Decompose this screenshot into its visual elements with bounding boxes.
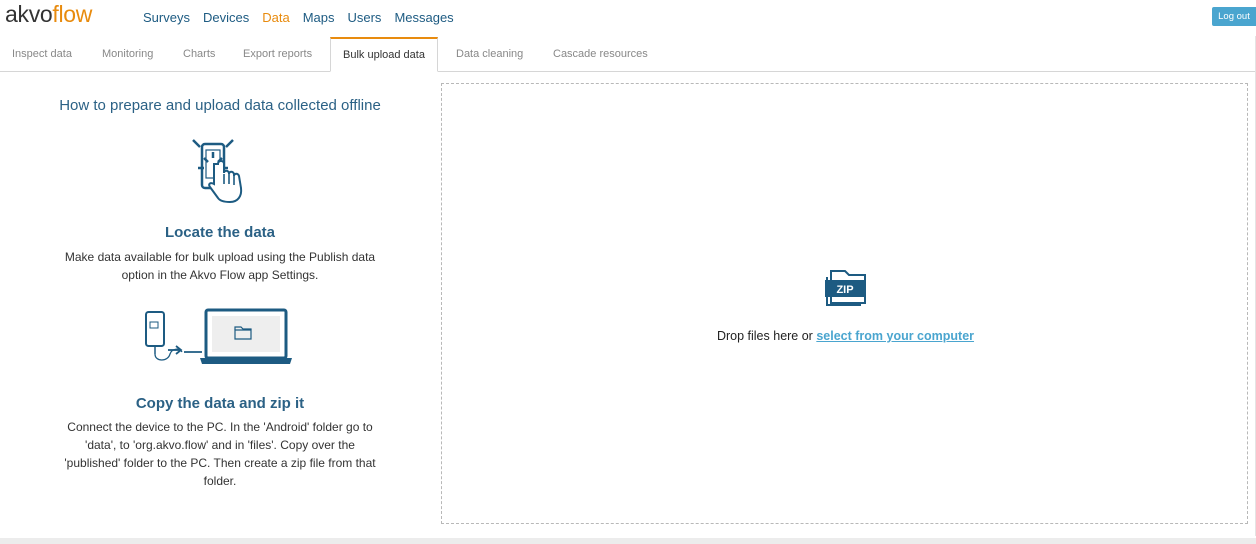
nav-surveys[interactable]: Surveys (143, 10, 190, 25)
phone-to-laptop-icon (145, 308, 292, 364)
instructions-title: How to prepare and upload data collected… (59, 97, 381, 114)
step1-title: Locate the data (164, 224, 276, 241)
tab-inspect-data[interactable]: Inspect data (12, 37, 72, 71)
sub-tabs: Inspect data Monitoring Charts Export re… (0, 37, 1256, 72)
nav-devices[interactable]: Devices (203, 10, 249, 25)
top-header: akvoflow Surveys Devices Data Maps Users… (0, 0, 1256, 36)
bottom-bar (0, 538, 1256, 544)
phone-tap-icon (192, 139, 243, 204)
tab-data-cleaning[interactable]: Data cleaning (456, 37, 523, 71)
nav-data[interactable]: Data (262, 10, 289, 25)
nav-messages[interactable]: Messages (394, 10, 453, 25)
step2-title: Copy the data and zip it (135, 395, 305, 412)
svg-text:ZIP: ZIP (836, 284, 853, 296)
file-drop-zone[interactable]: ZIP Drop files here or select from your … (441, 83, 1248, 524)
tab-cascade-resources[interactable]: Cascade resources (553, 37, 648, 71)
drop-instructions: Drop files here or select from your comp… (716, 329, 975, 343)
akvoflow-logo[interactable]: akvoflow (5, 1, 92, 28)
tab-bulk-upload-data[interactable]: Bulk upload data (330, 37, 438, 72)
tab-charts[interactable]: Charts (183, 37, 215, 71)
logout-button[interactable]: Log out (1212, 7, 1256, 26)
step2-description: Connect the device to the PC. In the 'An… (64, 420, 376, 488)
zip-folder-icon: ZIP (825, 270, 866, 306)
tab-monitoring[interactable]: Monitoring (102, 37, 153, 71)
main-nav: Surveys Devices Data Maps Users Messages (143, 10, 467, 25)
nav-users[interactable]: Users (347, 10, 381, 25)
nav-maps[interactable]: Maps (303, 10, 335, 25)
tab-export-reports[interactable]: Export reports (243, 37, 312, 71)
instructions-panel: How to prepare and upload data collected… (0, 72, 440, 532)
select-files-link[interactable]: select from your computer (816, 329, 974, 343)
step1-description: Make data available for bulk upload usin… (64, 250, 376, 282)
